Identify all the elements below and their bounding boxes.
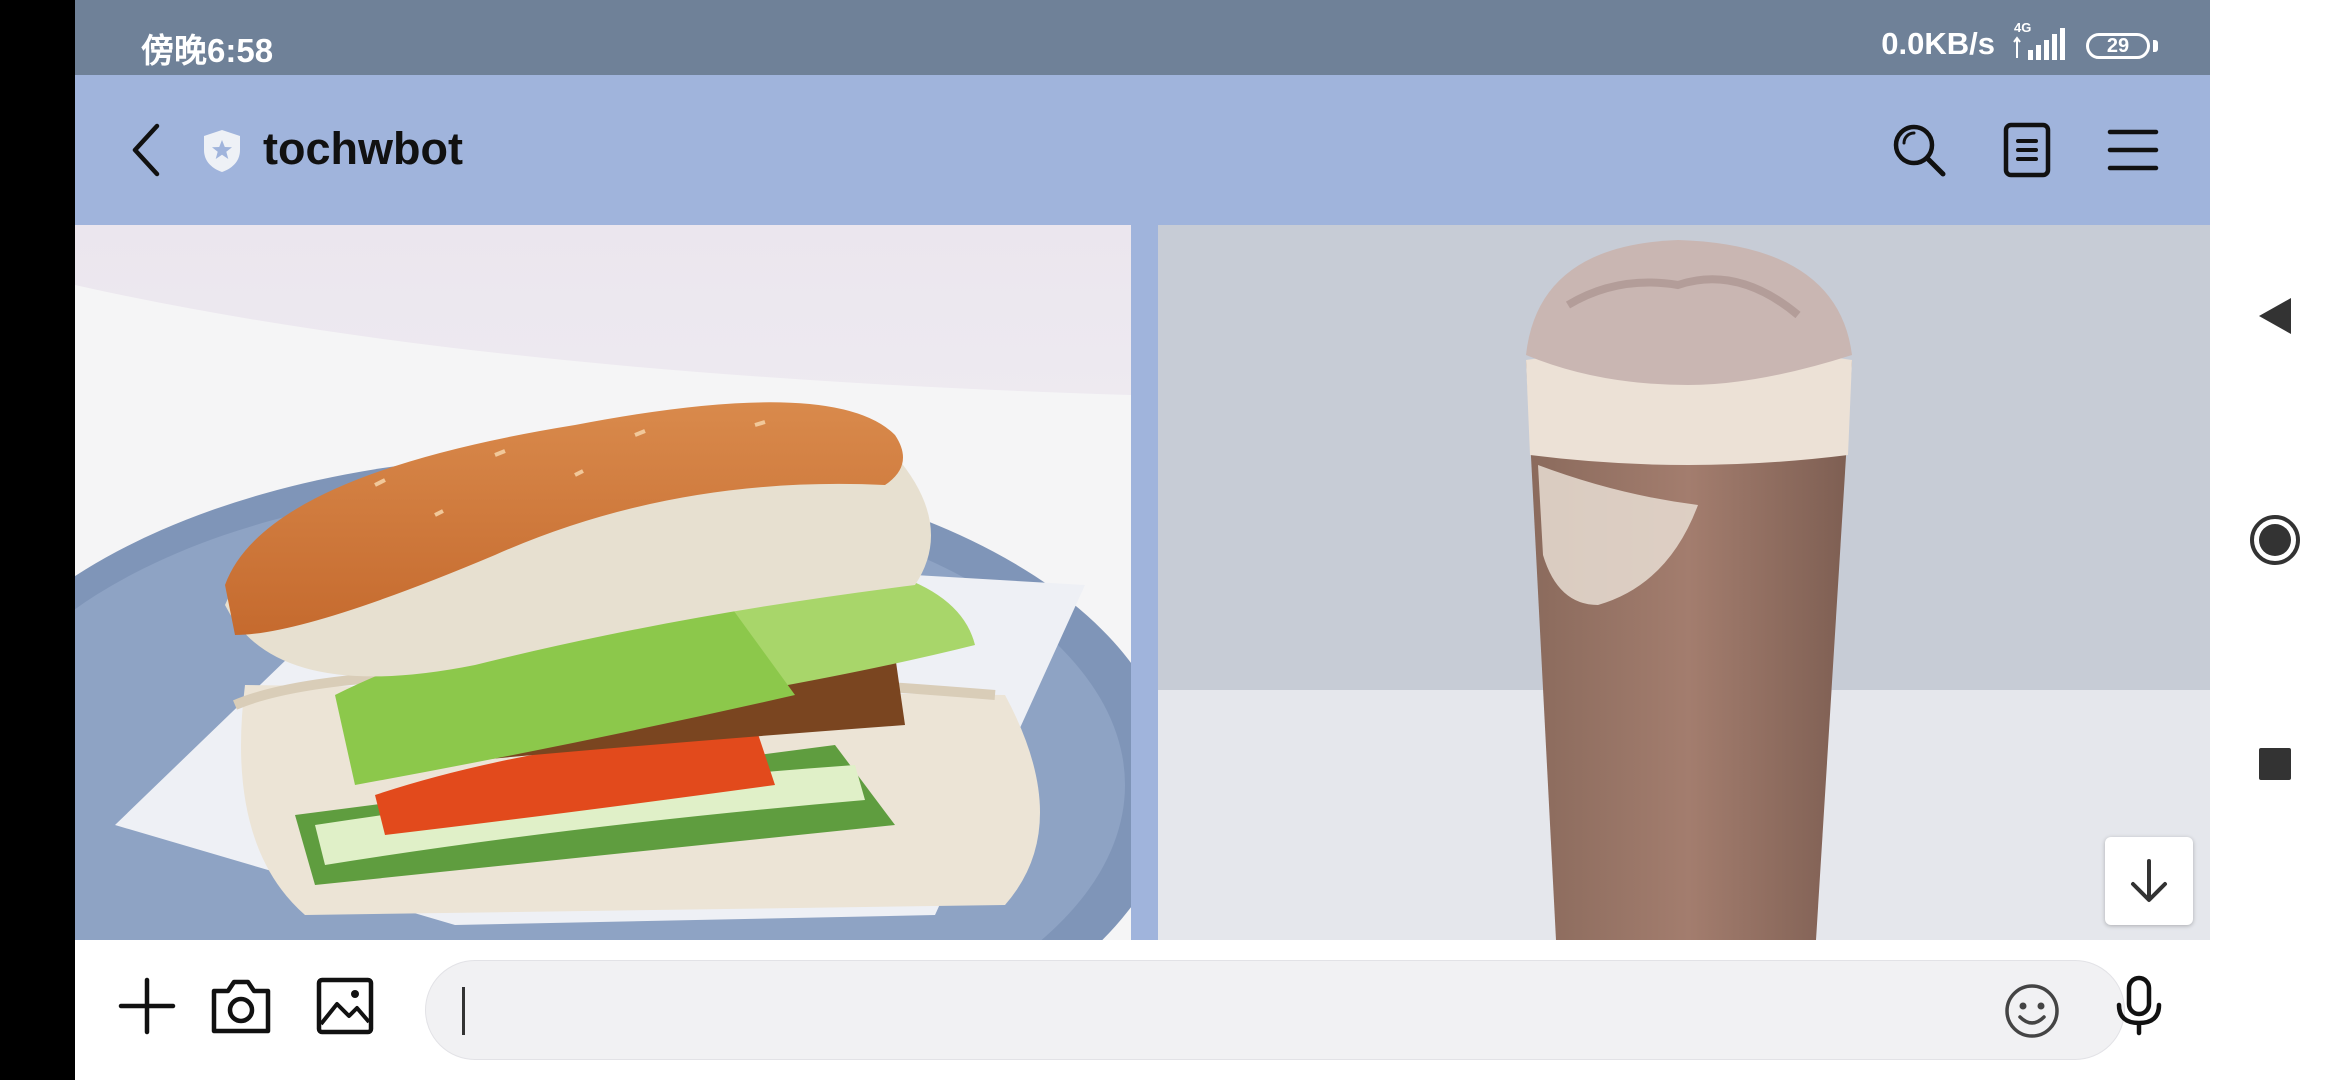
emoji-icon (2005, 984, 2059, 1038)
more-options-button[interactable] (109, 968, 185, 1044)
nav-recents-icon (2259, 748, 2291, 780)
menu-icon (2107, 129, 2159, 171)
battery-tip (2153, 40, 2158, 52)
voice-button[interactable] (2101, 968, 2177, 1044)
search-icon (1893, 124, 1946, 177)
nav-home-icon (2250, 515, 2300, 565)
chat-messages[interactable] (75, 225, 2210, 940)
scroll-to-bottom-button[interactable] (2105, 837, 2193, 925)
system-navigation-bar (2210, 0, 2340, 1080)
search-button[interactable] (1883, 114, 1955, 186)
arrow-down-icon (2131, 859, 2167, 902)
signal-icon: 4G (2013, 20, 2065, 60)
sandwich-photo (75, 225, 1131, 940)
chat-title: tochwbot (263, 123, 463, 174)
battery-level: 29 (2106, 35, 2130, 57)
chat-screen: 傍晚6:58 0.0KB/s 4G 29 tochwbot (75, 0, 2210, 1080)
nav-back-button[interactable] (2245, 286, 2305, 346)
status-bar: 傍晚6:58 0.0KB/s 4G 29 (75, 0, 2210, 75)
chocolate-frappe-photo (1158, 225, 2210, 940)
network-speed: 0.0KB/s (1881, 26, 1995, 61)
message-image-drink[interactable] (1158, 225, 2210, 940)
gallery-icon (316, 977, 374, 1035)
battery-icon: 29 (2086, 33, 2150, 59)
chat-header: tochwbot (75, 75, 2210, 225)
nav-recents-button[interactable] (2245, 734, 2305, 794)
message-image-sandwich[interactable] (75, 225, 1131, 940)
back-button[interactable] (111, 114, 183, 186)
status-time: 傍晚6:58 (141, 32, 274, 69)
text-cursor (462, 987, 465, 1035)
camera-button[interactable] (203, 968, 279, 1044)
gallery-button[interactable] (307, 968, 383, 1044)
message-input[interactable] (425, 960, 2125, 1060)
back-arrow-icon (132, 123, 160, 177)
notes-button[interactable] (1991, 114, 2063, 186)
nav-back-icon (2259, 298, 2291, 334)
notes-icon (2003, 122, 2051, 178)
plus-icon (118, 977, 176, 1035)
message-input-bar (75, 940, 2210, 1080)
microphone-icon (2116, 975, 2162, 1036)
camera-icon (211, 979, 271, 1034)
emoji-button[interactable] (1996, 975, 2068, 1047)
nav-home-button[interactable] (2245, 510, 2305, 570)
official-account-shield-icon (204, 130, 240, 172)
network-type: 4G (2014, 20, 2031, 35)
menu-button[interactable] (2097, 114, 2169, 186)
